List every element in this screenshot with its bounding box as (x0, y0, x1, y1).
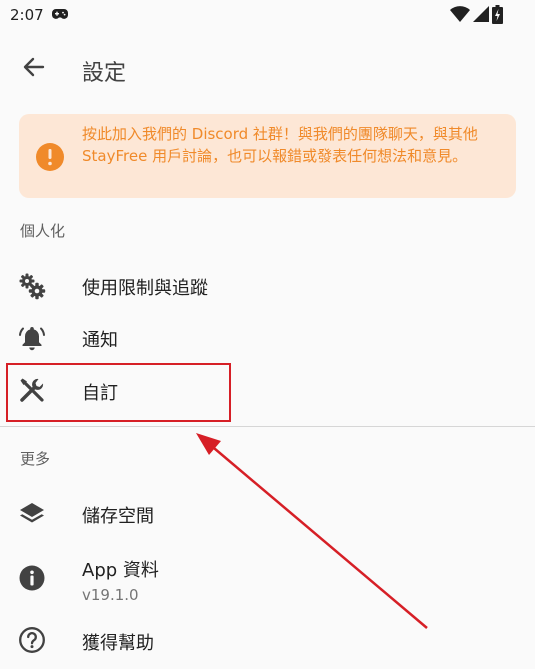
section-divider (0, 426, 535, 427)
gamepad-icon (52, 9, 68, 19)
discord-banner[interactable]: 按此加入我們的 Discord 社群！與我們的團隊聊天，與其他 StayFree… (19, 114, 516, 198)
notifications-label: 通知 (82, 330, 118, 351)
alert-icon (36, 143, 64, 171)
storage-label: 儲存空間 (82, 506, 154, 527)
back-arrow-icon[interactable] (20, 53, 48, 81)
wifi-icon (450, 6, 470, 22)
page-title: 設定 (82, 61, 127, 86)
settings-item-app-info[interactable]: App 資料 v19.1.0 (0, 548, 535, 610)
status-bar: 2:07 (0, 0, 535, 30)
settings-item-help[interactable]: 獲得幫助 (0, 615, 535, 667)
app-info-label: App 資料 (82, 560, 159, 581)
settings-item-notifications[interactable]: 通知 (0, 312, 535, 364)
battery-charging-icon (492, 5, 503, 24)
annotation-highlight-box (6, 363, 231, 422)
app-bar: 設定 (0, 38, 535, 98)
banner-text: 按此加入我們的 Discord 社群！與我們的團隊聊天，與其他 StayFree… (82, 125, 478, 165)
gears-icon (19, 273, 46, 300)
layers-icon (20, 503, 44, 523)
signal-icon (473, 6, 489, 22)
section-header-personalization: 個人化 (20, 222, 66, 240)
app-version: v19.1.0 (82, 586, 139, 604)
usage-limits-label: 使用限制與追蹤 (82, 278, 208, 299)
status-time: 2:07 (10, 6, 44, 24)
settings-item-usage-limits[interactable]: 使用限制與追蹤 (0, 260, 535, 312)
help-icon (19, 627, 45, 653)
settings-item-storage[interactable]: 儲存空間 (0, 488, 535, 540)
help-label: 獲得幫助 (82, 633, 154, 654)
bell-ringing-icon (19, 327, 45, 351)
section-header-more: 更多 (20, 450, 51, 468)
info-icon (19, 565, 45, 591)
